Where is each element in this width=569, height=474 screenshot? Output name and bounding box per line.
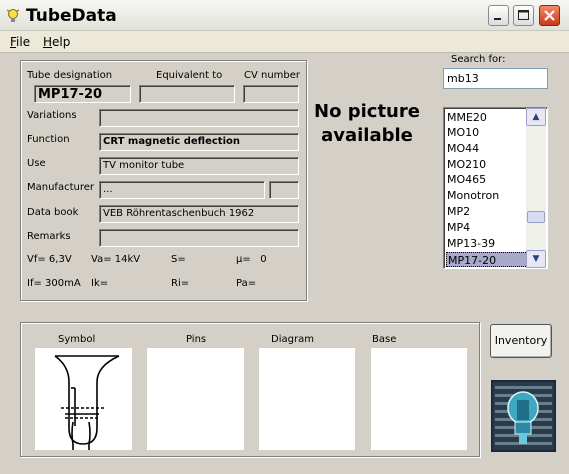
equivalent-label: Equivalent to: [156, 70, 223, 81]
list-item[interactable]: MP13-39: [446, 236, 531, 251]
menu-bar: File Help: [0, 31, 569, 53]
databook-label: Data book: [27, 207, 79, 218]
symbol-label: Symbol: [58, 334, 96, 345]
param-s: S=: [171, 254, 186, 265]
param-va: Va= 14kV: [91, 254, 141, 265]
variations-field[interactable]: [99, 109, 299, 127]
diagram-label: Diagram: [271, 334, 314, 345]
function-label: Function: [27, 134, 70, 145]
minimize-icon: [489, 15, 508, 28]
manufacturer-code-field[interactable]: [269, 181, 299, 199]
list-item[interactable]: MP2: [446, 204, 531, 219]
equivalent-field[interactable]: [139, 85, 235, 103]
use-field[interactable]: TV monitor tube: [99, 157, 299, 175]
list-item[interactable]: MO465: [446, 172, 531, 187]
function-field[interactable]: CRT magnetic deflection: [99, 133, 299, 151]
chevron-up-icon: ▲: [532, 112, 540, 122]
diagram-panel: [259, 348, 355, 450]
manufacturer-label: Manufacturer: [27, 182, 94, 193]
no-picture-text: No picture available: [314, 101, 420, 146]
maximize-icon: [514, 10, 533, 28]
scroll-up-button[interactable]: ▲: [526, 108, 546, 126]
list-item[interactable]: MME20: [446, 110, 531, 125]
param-if: If= 300mA: [27, 278, 81, 289]
manufacturer-field[interactable]: ...: [99, 181, 265, 199]
param-pa: Pa=: [236, 278, 257, 289]
window-title: TubeData: [26, 6, 117, 26]
inventory-button[interactable]: Inventory: [490, 324, 552, 358]
close-icon: [540, 10, 559, 28]
tube-lamp-icon: [6, 8, 20, 26]
maximize-button[interactable]: [513, 5, 534, 26]
chevron-down-icon: ▼: [532, 254, 540, 264]
tube-designation-field[interactable]: MP17-20: [34, 85, 131, 103]
list-item[interactable]: MO44: [446, 141, 531, 156]
param-mu: µ= 0: [236, 254, 267, 265]
pins-label: Pins: [186, 334, 207, 345]
remarks-label: Remarks: [27, 231, 71, 242]
title-bar[interactable]: TubeData: [0, 0, 569, 31]
list-item[interactable]: Monotron: [446, 188, 531, 203]
list-item[interactable]: MO10: [446, 125, 531, 140]
base-label: Base: [372, 334, 397, 345]
cv-number-field[interactable]: [243, 85, 299, 103]
param-ri: Ri=: [171, 278, 190, 289]
base-panel: [371, 348, 467, 450]
menu-help[interactable]: Help: [43, 35, 70, 49]
list-item-selected[interactable]: MP17-20: [446, 252, 530, 267]
databook-field[interactable]: VEB Röhrentaschenbuch 1962: [99, 205, 299, 223]
scroll-thumb[interactable]: [527, 211, 545, 223]
scroll-down-button[interactable]: ▼: [526, 250, 546, 268]
list-item[interactable]: MP4: [446, 220, 531, 235]
cv-number-label: CV number: [244, 70, 301, 81]
minimize-button[interactable]: [488, 5, 509, 26]
tube-symbol-icon: [54, 355, 120, 450]
remarks-field[interactable]: [99, 229, 299, 247]
tube-designation-label: Tube designation: [27, 70, 113, 81]
menu-file[interactable]: File: [10, 35, 30, 49]
param-ik: Ik=: [91, 278, 109, 289]
list-item[interactable]: MO210: [446, 157, 531, 172]
search-input[interactable]: [443, 68, 548, 89]
param-vf: Vf= 6,3V: [27, 254, 72, 265]
symbol-panel: [35, 348, 132, 450]
use-label: Use: [27, 158, 46, 169]
list-scrollbar[interactable]: ▲ ▼: [526, 108, 546, 268]
search-label: Search for:: [451, 54, 506, 65]
pins-panel: [147, 348, 244, 450]
tube-logo-image: [491, 380, 556, 452]
variations-label: Variations: [27, 110, 77, 121]
close-button[interactable]: [539, 5, 560, 26]
